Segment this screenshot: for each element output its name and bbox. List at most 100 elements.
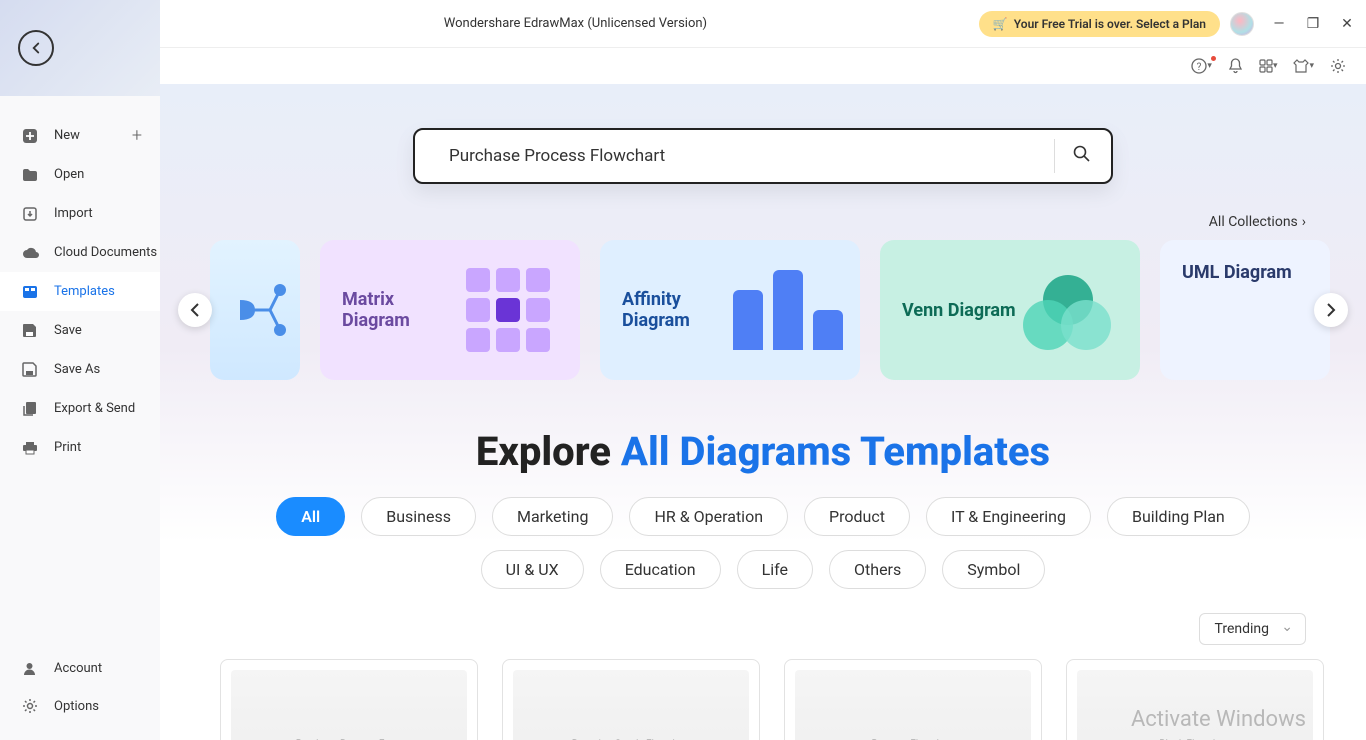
template-thumb: Block Flowchart: [1077, 670, 1313, 740]
minimize-button[interactable]: —: [1272, 16, 1286, 32]
svg-text:?: ?: [1197, 62, 1202, 73]
template-thumb: Purchase Request Form: [231, 670, 467, 740]
filter-pill-life[interactable]: Life: [737, 550, 813, 589]
category-carousel: Matrix Diagram Affinity Diagram Venn Dia…: [160, 240, 1366, 380]
filter-pill-others[interactable]: Others: [829, 550, 926, 589]
sidebar-item-print[interactable]: Print: [0, 428, 160, 467]
sort-dropdown[interactable]: Trending: [1199, 613, 1306, 645]
all-collections-link[interactable]: All Collections ›: [1209, 214, 1306, 230]
sidebar-item-label: Export & Send: [54, 401, 135, 416]
settings-button[interactable]: [1330, 58, 1346, 74]
fishbone-icon: [240, 280, 290, 340]
save-as-icon: [22, 362, 44, 377]
cloud-icon: [22, 247, 44, 259]
search-button[interactable]: [1073, 145, 1091, 167]
venn-art-icon: [1018, 260, 1118, 360]
sidebar-item-label: Print: [54, 440, 81, 455]
category-label: Matrix Diagram: [342, 289, 458, 331]
sidebar-item-label: Import: [54, 206, 93, 221]
sidebar-item-label: Save As: [54, 362, 100, 377]
category-label: Affinity Diagram: [622, 289, 738, 331]
sidebar-item-cloud-documents[interactable]: Cloud Documents: [0, 233, 160, 272]
sidebar-item-templates[interactable]: Templates: [0, 272, 160, 311]
sidebar-item-save-as[interactable]: Save As: [0, 350, 160, 389]
carousel-prev-button[interactable]: [178, 293, 212, 327]
back-button[interactable]: [18, 30, 54, 66]
secondary-toolbar: ? ▾ ▾ ▾: [160, 48, 1366, 84]
template-card[interactable]: Block Flowchart: [1066, 659, 1324, 740]
filter-pill-education[interactable]: Education: [600, 550, 721, 589]
sidebar-menu: New + Open Import Cloud Documents Templa…: [0, 96, 160, 649]
apps-button[interactable]: ▾: [1259, 59, 1278, 73]
matrix-art-icon: [458, 260, 558, 360]
category-card-venn[interactable]: Venn Diagram: [880, 240, 1140, 380]
filter-pill-hr-operation[interactable]: HR & Operation: [629, 497, 788, 536]
category-card-matrix[interactable]: Matrix Diagram: [320, 240, 580, 380]
category-card-uml[interactable]: UML Diagram: [1160, 240, 1330, 380]
collections-row: All Collections ›: [160, 214, 1366, 240]
help-icon: ?: [1191, 58, 1207, 74]
template-thumb: Receving Goods Flowchart: [513, 670, 749, 740]
sidebar-item-new[interactable]: New +: [0, 116, 160, 155]
filter-pill-symbol[interactable]: Symbol: [942, 550, 1045, 589]
sidebar-item-label: Templates: [54, 284, 115, 299]
app-title: Wondershare EdrawMax (Unlicensed Version…: [172, 16, 979, 31]
sidebar-item-label: Options: [54, 699, 99, 714]
avatar[interactable]: [1230, 12, 1254, 36]
help-button[interactable]: ? ▾: [1191, 58, 1212, 74]
chevron-left-icon: [190, 303, 200, 317]
folder-icon: [22, 168, 44, 182]
import-icon: [22, 206, 44, 222]
all-collections-label: All Collections: [1209, 214, 1298, 230]
filter-pill-ui-ux[interactable]: UI & UX: [481, 550, 584, 589]
category-card-affinity[interactable]: Affinity Diagram: [600, 240, 860, 380]
trial-banner-text: Your Free Trial is over. Select a Plan: [1014, 17, 1206, 31]
filter-pill-product[interactable]: Product: [804, 497, 910, 536]
filter-pill-business[interactable]: Business: [361, 497, 476, 536]
sidebar-item-options[interactable]: Options: [0, 687, 160, 725]
sort-selected: Trending: [1214, 621, 1269, 637]
sidebar-item-label: Open: [54, 167, 84, 182]
bell-button[interactable]: [1228, 58, 1243, 74]
explore-heading-highlight: All Diagrams Templates: [621, 428, 1050, 475]
divider: [1054, 139, 1055, 173]
sidebar-item-label: Cloud Documents: [54, 245, 157, 260]
filter-pill-marketing[interactable]: Marketing: [492, 497, 613, 536]
filter-pill-all[interactable]: All: [276, 497, 345, 536]
filter-pill-building-plan[interactable]: Building Plan: [1107, 497, 1250, 536]
sidebar-item-save[interactable]: Save: [0, 311, 160, 350]
category-label: UML Diagram: [1182, 262, 1308, 283]
search-input[interactable]: [449, 146, 1036, 166]
trial-banner[interactable]: 🛒 Your Free Trial is over. Select a Plan: [979, 11, 1220, 37]
plus-icon[interactable]: +: [132, 125, 142, 146]
maximize-button[interactable]: ❐: [1306, 16, 1320, 32]
bell-icon: [1228, 58, 1243, 74]
search-box: [413, 128, 1113, 184]
sidebar-item-open[interactable]: Open: [0, 155, 160, 194]
search-section: [160, 84, 1366, 214]
chevron-right-icon: [1326, 303, 1336, 317]
template-card[interactable]: Process Flowchart: [784, 659, 1042, 740]
filter-pill-it-engineering[interactable]: IT & Engineering: [926, 497, 1091, 536]
main: Wondershare EdrawMax (Unlicensed Version…: [160, 0, 1366, 740]
close-button[interactable]: ✕: [1340, 16, 1354, 32]
cart-icon: 🛒: [993, 17, 1008, 31]
template-card[interactable]: Receving Goods Flowchart: [502, 659, 760, 740]
notification-dot-icon: [1211, 56, 1216, 61]
templates-icon: [22, 285, 44, 299]
template-card[interactable]: Purchase Request Form: [220, 659, 478, 740]
filter-pills: All Business Marketing HR & Operation Pr…: [160, 497, 1366, 613]
sidebar-item-import[interactable]: Import: [0, 194, 160, 233]
titlebar: Wondershare EdrawMax (Unlicensed Version…: [160, 0, 1366, 48]
category-card-partial[interactable]: [210, 240, 300, 380]
apps-icon: [1259, 59, 1273, 73]
sidebar-item-account[interactable]: Account: [0, 649, 160, 687]
sidebar: New + Open Import Cloud Documents Templa…: [0, 0, 160, 740]
sidebar-header: [0, 0, 160, 96]
shirt-icon: [1293, 58, 1309, 74]
person-icon: [22, 661, 44, 676]
theme-button[interactable]: ▾: [1293, 58, 1314, 74]
sidebar-item-export-send[interactable]: Export & Send: [0, 389, 160, 428]
carousel-next-button[interactable]: [1314, 293, 1348, 327]
template-grid: Purchase Request Form Receving Goods Flo…: [160, 659, 1366, 740]
